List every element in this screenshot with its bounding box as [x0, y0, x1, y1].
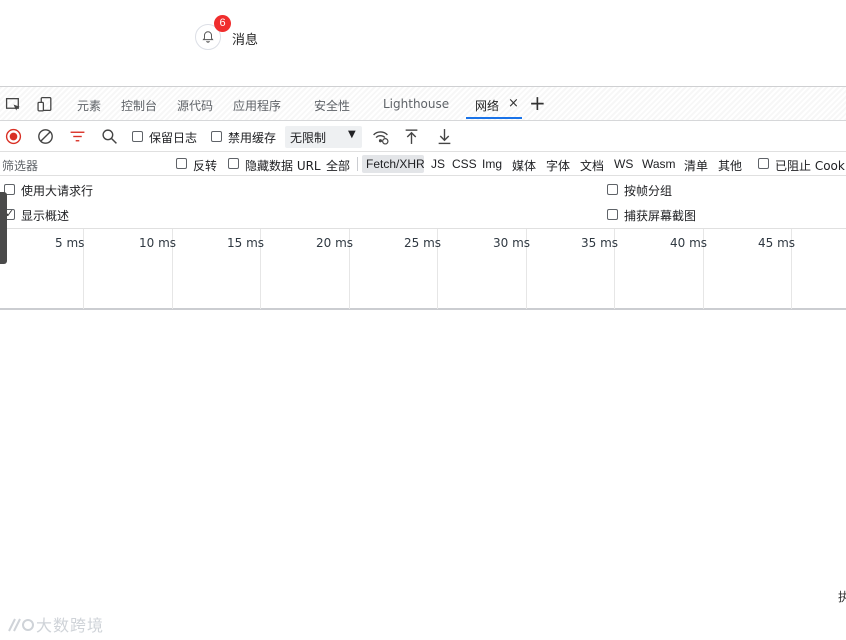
- network-settings-pane: 使用大请求行 显示概述 按帧分组 捕获屏幕截图: [0, 176, 846, 229]
- filter-type-doc[interactable]: 文档: [580, 157, 604, 174]
- timeline-tick-label: 45 ms: [758, 236, 796, 250]
- tab-elements[interactable]: 元素: [77, 97, 101, 114]
- throttling-select[interactable]: 无限制 ▼: [285, 126, 362, 148]
- throttling-value: 无限制: [290, 131, 327, 145]
- network-toolbar: 保留日志 禁用缓存 无限制 ▼: [0, 121, 846, 152]
- filter-type-img[interactable]: Img: [482, 157, 502, 171]
- search-icon[interactable]: [100, 127, 118, 145]
- bell-icon: [202, 31, 214, 43]
- filter-icon[interactable]: [68, 127, 86, 145]
- devtools-tab-bar: 元素 控制台 源代码 应用程序 安全性 Lighthouse 网络 × +: [0, 87, 846, 121]
- notification-label[interactable]: 消息: [232, 29, 258, 48]
- timeline-tick-label: 5 ms: [55, 236, 85, 250]
- preserve-log-checkbox[interactable]: [132, 131, 143, 142]
- filter-type-ws[interactable]: WS: [614, 157, 633, 171]
- filter-type-media[interactable]: 媒体: [512, 157, 536, 174]
- filter-type-other[interactable]: 其他: [718, 157, 742, 174]
- filter-type-css[interactable]: CSS: [452, 157, 477, 171]
- tab-network[interactable]: 网络: [475, 97, 499, 114]
- preserve-log-label: 保留日志: [149, 131, 198, 145]
- device-toolbar-icon[interactable]: [36, 95, 54, 113]
- timeline-tick-label: 20 ms: [316, 236, 354, 250]
- hide-data-urls-checkbox[interactable]: [228, 158, 239, 169]
- filter-separator: [357, 157, 358, 171]
- network-conditions-icon[interactable]: [371, 127, 389, 145]
- close-tab-icon[interactable]: ×: [508, 96, 519, 111]
- hide-data-urls-label: 隐藏数据 URL: [245, 159, 321, 173]
- invert-label: 反转: [193, 159, 218, 173]
- watermark-logo: 大数跨境: [6, 612, 104, 636]
- tab-sources[interactable]: 源代码: [177, 97, 213, 114]
- filter-type-font[interactable]: 字体: [546, 157, 570, 174]
- chevron-down-icon: ▼: [348, 129, 356, 140]
- tab-security[interactable]: 安全性: [314, 97, 350, 114]
- group-by-frame-label: 按帧分组: [624, 184, 673, 198]
- blocked-cookies-label: 已阻止 Cooki: [775, 159, 846, 173]
- clear-icon[interactable]: [36, 127, 54, 145]
- blocked-cookies-checkbox[interactable]: [758, 158, 769, 169]
- filter-type-js[interactable]: JS: [431, 157, 445, 171]
- export-har-icon[interactable]: [435, 127, 453, 145]
- side-drag-handle[interactable]: [0, 192, 7, 264]
- tab-lighthouse[interactable]: Lighthouse: [383, 97, 449, 111]
- notification-count-badge: 6: [214, 15, 231, 32]
- timeline-tick-label: 35 ms: [581, 236, 619, 250]
- watermark-icon: [8, 618, 34, 632]
- timeline-tick-label: 40 ms: [670, 236, 708, 250]
- inspect-element-icon[interactable]: [4, 95, 22, 113]
- timeline-tick-label: 25 ms: [404, 236, 442, 250]
- filter-type-manifest[interactable]: 清单: [684, 157, 708, 174]
- filter-input[interactable]: 筛选器: [0, 152, 162, 175]
- watermark-text: 大数跨境: [36, 616, 105, 635]
- active-tab-indicator: [466, 117, 522, 119]
- timeline-tick-label: 30 ms: [493, 236, 531, 250]
- disable-cache-checkbox[interactable]: [211, 131, 222, 142]
- tab-console[interactable]: 控制台: [121, 97, 157, 114]
- network-filter-bar: 筛选器 反转 隐藏数据 URL 全部 Fetch/XHR JS CSS Img …: [0, 152, 846, 176]
- network-overview-timeline[interactable]: 5 ms 10 ms 15 ms 20 ms 25 ms 30 ms 35 ms…: [0, 229, 846, 309]
- devtools-panel: 元素 控制台 源代码 应用程序 安全性 Lighthouse 网络 × + 保留…: [0, 86, 846, 310]
- filter-type-fetch-xhr[interactable]: Fetch/XHR: [366, 157, 425, 171]
- add-tab-icon[interactable]: +: [529, 91, 546, 115]
- edge-text: 执: [838, 590, 846, 604]
- capture-screenshots-label: 捕获屏幕截图: [624, 209, 697, 223]
- filter-type-wasm[interactable]: Wasm: [642, 157, 676, 171]
- invert-checkbox[interactable]: [176, 158, 187, 169]
- large-rows-label: 使用大请求行: [21, 184, 94, 198]
- disable-cache-label: 禁用缓存: [228, 131, 277, 145]
- tab-application[interactable]: 应用程序: [233, 97, 281, 114]
- capture-screenshots-checkbox[interactable]: [607, 209, 618, 220]
- filter-type-all[interactable]: 全部: [326, 157, 350, 174]
- record-stop-icon[interactable]: [4, 127, 22, 145]
- import-har-icon[interactable]: [402, 127, 420, 145]
- group-by-frame-checkbox[interactable]: [607, 184, 618, 195]
- show-overview-label: 显示概述: [21, 209, 70, 223]
- timeline-tick-label: 15 ms: [227, 236, 265, 250]
- timeline-tick-label: 10 ms: [139, 236, 177, 250]
